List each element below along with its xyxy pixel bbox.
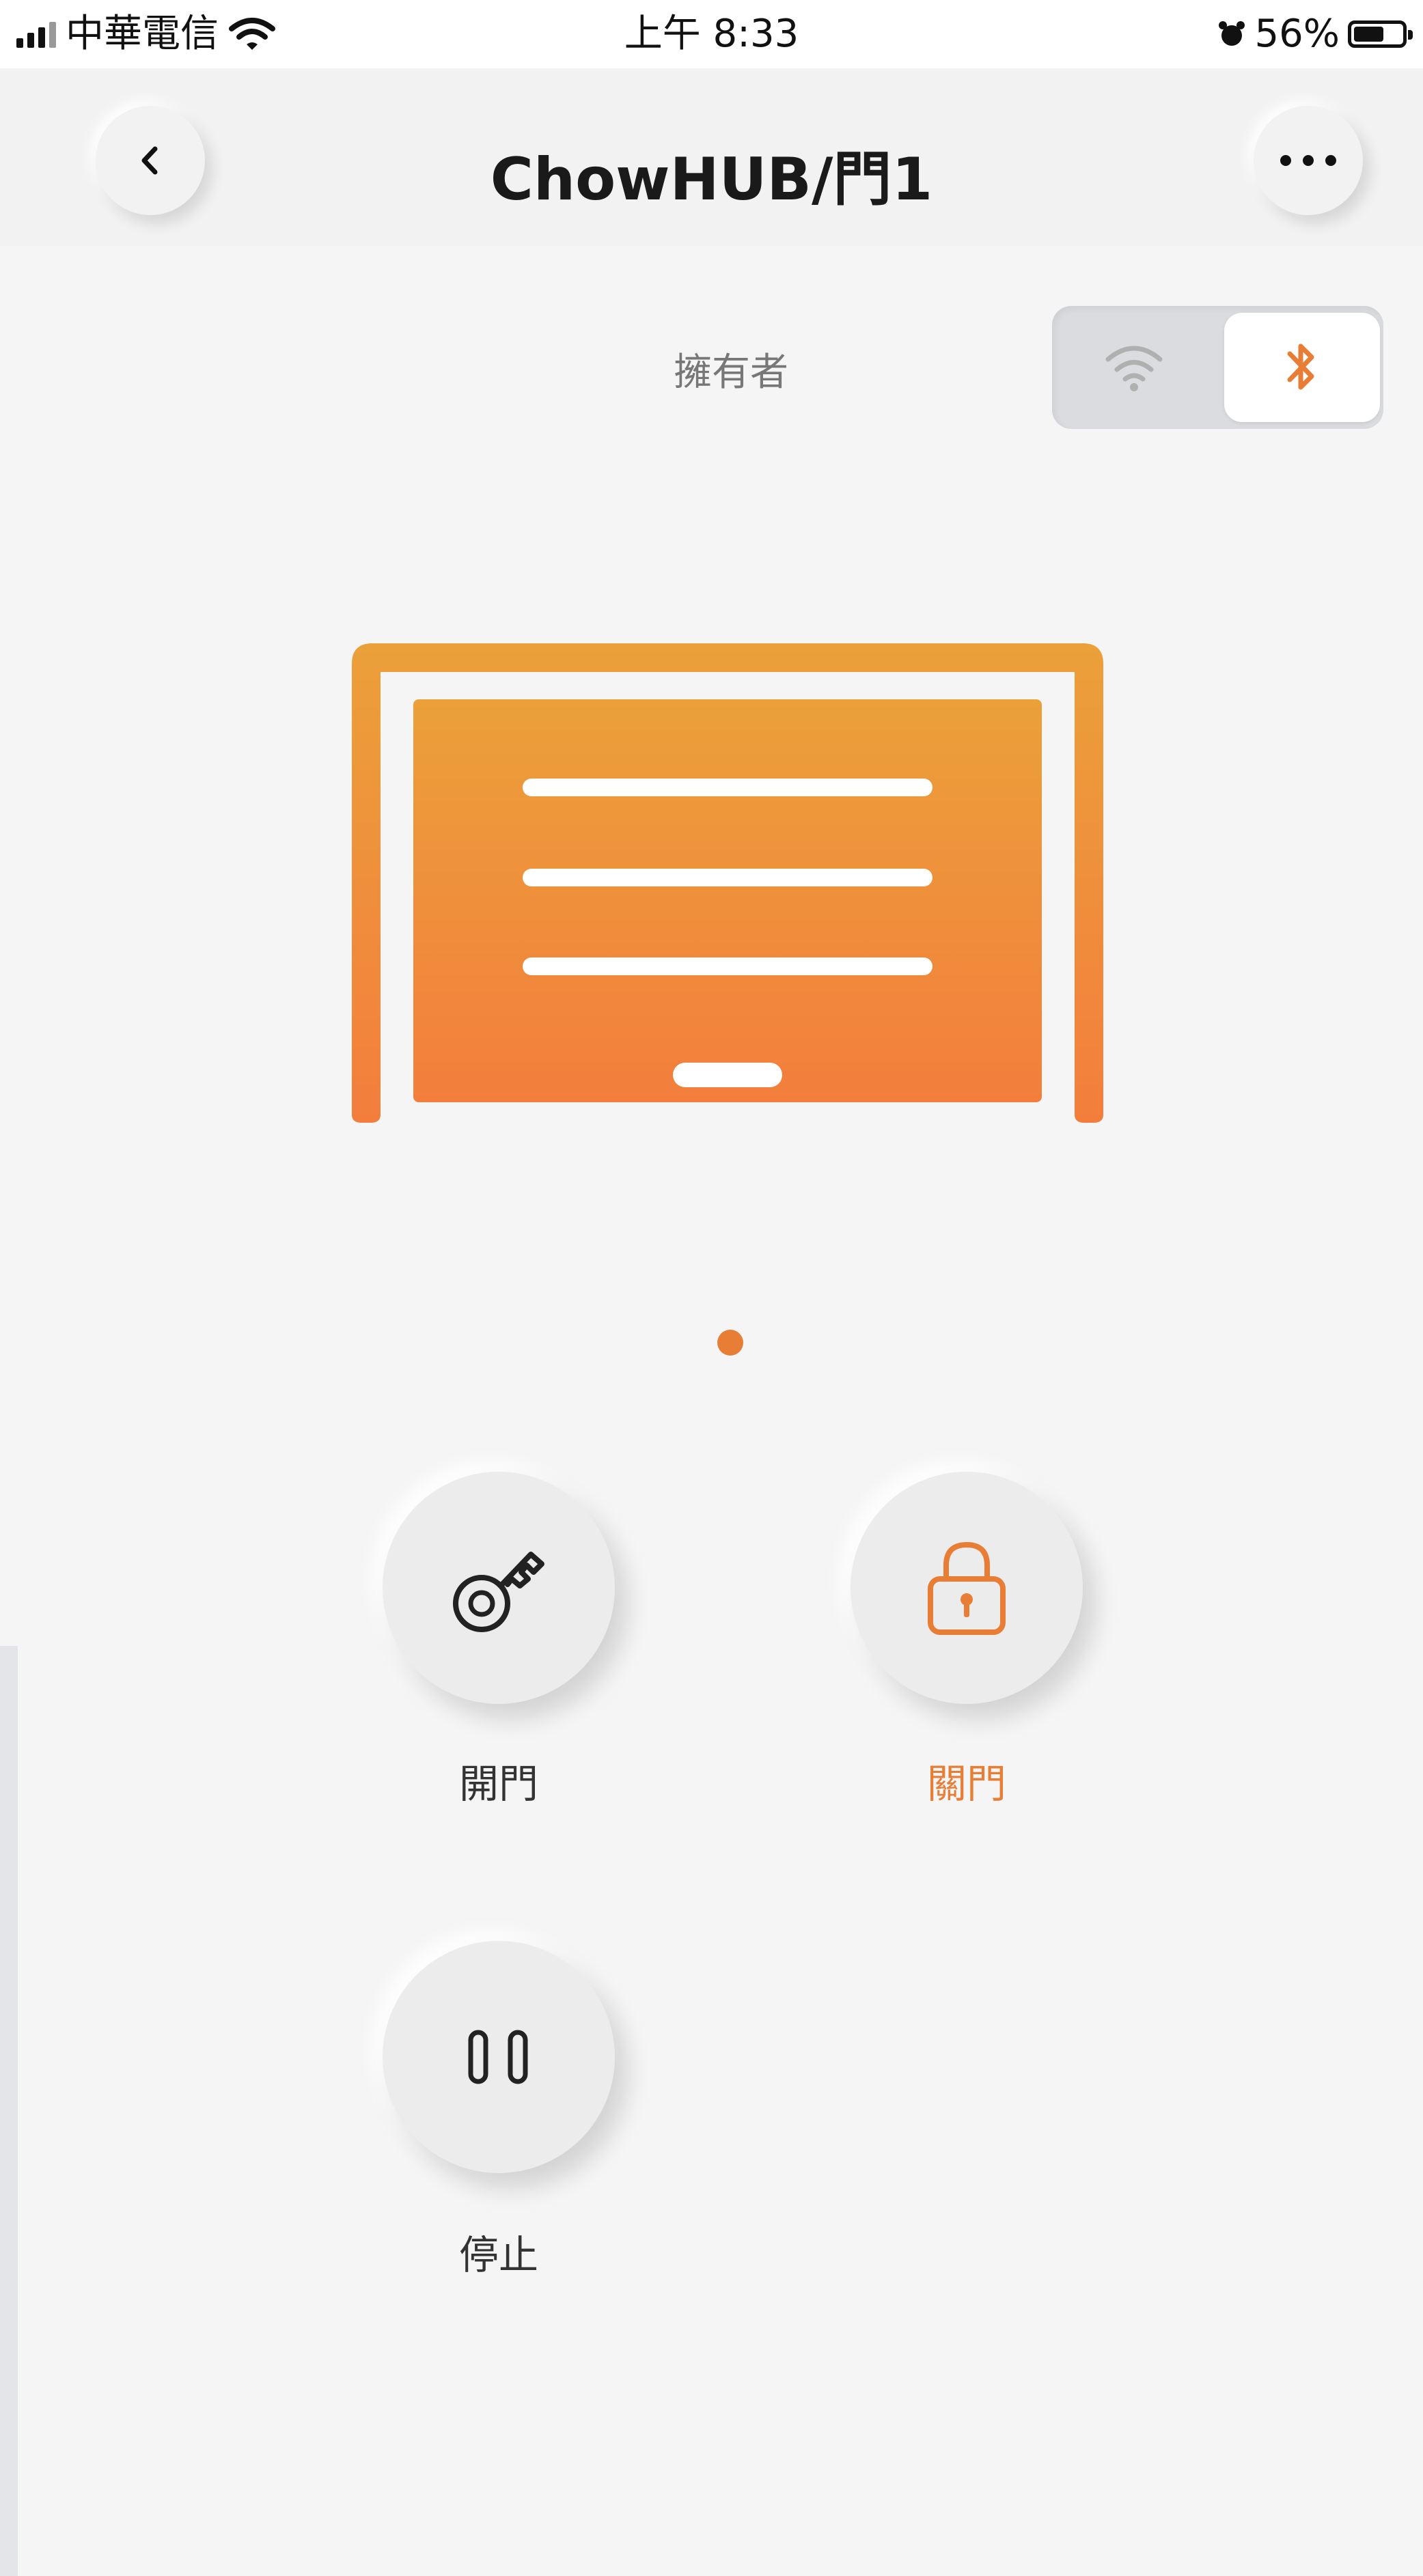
alarm-icon (1218, 21, 1245, 46)
status-bar: 中華電信 上午 8:33 56% (0, 0, 1423, 68)
open-door-label: 開門 (458, 1761, 538, 1807)
bluetooth-option[interactable] (1224, 313, 1380, 422)
page-indicator-dot (717, 1330, 743, 1356)
stop-door-button[interactable] (383, 1941, 615, 2173)
battery-percent: 56% (1254, 12, 1340, 56)
connection-toggle[interactable] (1052, 306, 1383, 429)
door-slat-3 (523, 957, 932, 975)
lock-icon (928, 1541, 1006, 1635)
garage-door-illustration (352, 643, 1103, 1123)
battery-icon (1348, 20, 1413, 48)
key-icon (453, 1552, 544, 1632)
bluetooth-icon (1287, 344, 1314, 390)
owner-label: 擁有者 (674, 350, 788, 395)
door-slat-2 (523, 869, 932, 886)
pause-icon (468, 2030, 528, 2084)
wifi-icon (1105, 346, 1163, 391)
close-door-label: 關門 (926, 1761, 1006, 1807)
status-right: 56% (1217, 0, 1413, 68)
more-horizontal-icon (1280, 155, 1336, 166)
status-time: 上午 8:33 (624, 12, 799, 56)
page-title: ChowHUB/門1 (490, 145, 933, 214)
more-button[interactable] (1254, 106, 1363, 215)
close-door-button[interactable] (851, 1472, 1083, 1704)
open-door-button[interactable] (383, 1472, 615, 1704)
wifi-option[interactable] (1052, 306, 1216, 429)
door-slat-1 (523, 779, 932, 796)
door-handle (673, 1063, 782, 1087)
edge-shadow (0, 1646, 18, 2576)
door-panel (413, 699, 1042, 1102)
stop-door-label: 停止 (458, 2232, 538, 2278)
